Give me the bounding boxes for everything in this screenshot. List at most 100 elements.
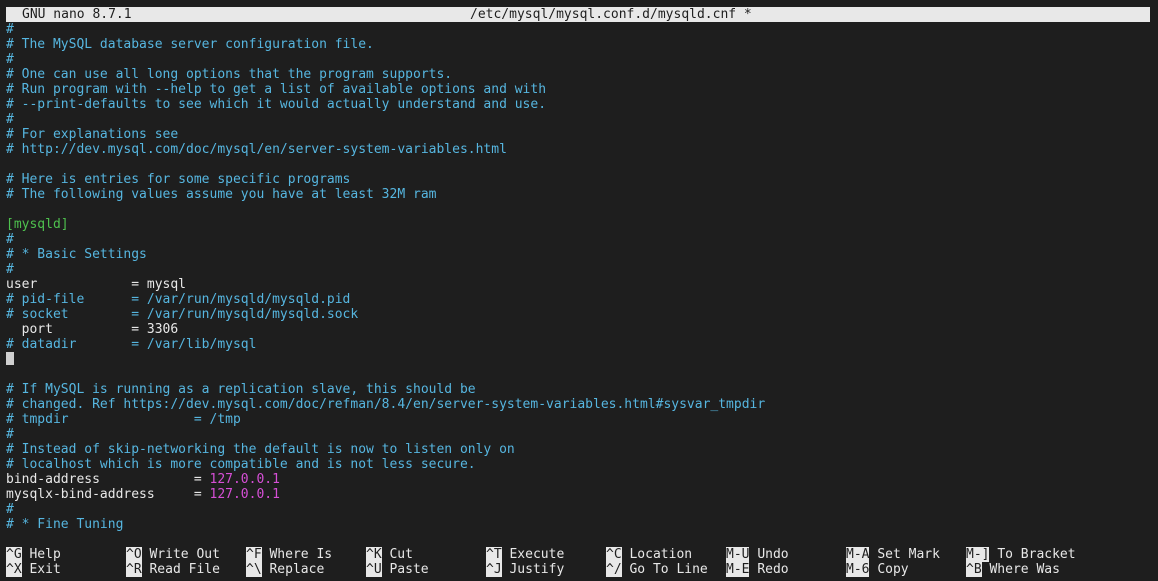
shortcut-label: Where Was [989,562,1060,577]
line-text: # One can use all long options that the … [6,67,453,82]
editor-line[interactable]: # tmpdir = /tmp [6,412,1150,427]
shortcut-key: ^/ [606,562,622,577]
editor-line[interactable]: # If MySQL is running as a replication s… [6,382,1150,397]
editor-line[interactable]: # changed. Ref https://dev.mysql.com/doc… [6,397,1150,412]
line-text: # Instead of skip-networking the default… [6,442,515,457]
editor-line[interactable]: # [6,52,1150,67]
shortcut-key: ^F [246,547,262,562]
shortcut-item[interactable]: ^O Write Out [126,547,220,562]
editor-line[interactable] [6,202,1150,217]
line-text: 127.0.0.1 [209,487,280,502]
shortcut-key: ^C [606,547,622,562]
editor-line[interactable]: # Run program with --help to get a list … [6,82,1150,97]
line-text: # datadir = /var/lib/mysql [6,337,257,352]
editor-line[interactable]: # [6,262,1150,277]
editor-line[interactable]: # The MySQL database server configuratio… [6,37,1150,52]
shortcut-label: Undo [757,547,789,562]
shortcut-item[interactable]: M-6 Copy [846,562,909,577]
line-text: # --print-defaults to see which it would… [6,97,547,112]
line-text: # [6,427,14,442]
editor-line[interactable]: # [6,502,1150,517]
editor-line[interactable]: mysqlx-bind-address = 127.0.0.1 [6,487,1150,502]
editor-line[interactable]: bind-address = 127.0.0.1 [6,472,1150,487]
line-text: # [6,502,14,517]
shortcut-label: Cut [389,547,413,562]
editor-line[interactable]: # [6,427,1150,442]
shortcut-key: M-U [726,547,750,562]
editor-line[interactable]: # For explanations see [6,127,1150,142]
line-text: # [6,112,14,127]
editor-line[interactable]: # The following values assume you have a… [6,187,1150,202]
shortcut-item[interactable]: M-U Undo [726,547,789,562]
shortcut-key: ^\ [246,562,262,577]
shortcut-item[interactable]: ^R Read File [126,562,220,577]
line-text: # changed. Ref https://dev.mysql.com/doc… [6,397,766,412]
shortcut-item[interactable]: ^K Cut [366,547,413,562]
editor-line[interactable]: # localhost which is more compatible and… [6,457,1150,472]
editor-line[interactable] [6,352,1150,367]
shortcut-key: ^B [966,562,982,577]
shortcut-item[interactable]: ^C Location [606,547,692,562]
editor-line[interactable]: # Instead of skip-networking the default… [6,442,1150,457]
shortcut-item[interactable]: ^U Paste [366,562,429,577]
shortcut-key: ^K [366,547,382,562]
shortcut-label: Execute [509,547,565,562]
shortcut-item[interactable]: ^/ Go To Line [606,562,708,577]
shortcut-item[interactable]: ^T Execute [486,547,564,562]
editor-line[interactable]: user = mysql [6,277,1150,292]
title-bar: GNU nano 8.7.1 /etc/mysql/mysql.conf.d/m… [6,7,1150,22]
line-text: # [6,52,14,67]
shortcut-item[interactable]: ^J Justify [486,562,564,577]
editor-line[interactable]: # One can use all long options that the … [6,67,1150,82]
line-text: # [6,22,14,37]
editor-text-area[interactable]: # # The MySQL database server configurati… [6,22,1150,532]
editor-line[interactable]: # socket = /var/run/mysqld/mysqld.sock [6,307,1150,322]
shortcut-key: ^R [126,562,142,577]
line-text: # socket = /var/run/mysqld/mysqld.sock [6,307,359,322]
line-text: # For explanations see [6,127,179,142]
shortcut-label: Copy [877,562,909,577]
line-text: # The MySQL database server configuratio… [6,37,374,52]
shortcut-key: ^J [486,562,502,577]
shortcut-item[interactable]: ^X Exit [6,562,61,577]
shortcut-label: Set Mark [877,547,940,562]
line-text: # tmpdir = /tmp [6,412,241,427]
shortcut-item[interactable]: ^\ Replace [246,562,324,577]
editor-line[interactable]: # Here is entries for some specific prog… [6,172,1150,187]
editor-line[interactable]: # * Basic Settings [6,247,1150,262]
editor-line[interactable]: # pid-file = /var/run/mysqld/mysqld.pid [6,292,1150,307]
editor-line[interactable]: # http://dev.mysql.com/doc/mysql/en/serv… [6,142,1150,157]
shortcut-key: ^X [6,562,22,577]
shortcut-label: Exit [29,562,61,577]
shortcut-label: Go To Line [629,562,708,577]
line-text: port = 3306 [6,322,179,337]
line-text: 127.0.0.1 [209,472,280,487]
editor-line[interactable] [6,157,1150,172]
shortcut-key: M-] [966,547,990,562]
file-path: /etc/mysql/mysql.conf.d/mysqld.cnf * [470,7,752,22]
editor-line[interactable] [6,367,1150,382]
editor-line[interactable]: # [6,112,1150,127]
shortcut-label: Paste [389,562,429,577]
editor-line[interactable]: [mysqld] [6,217,1150,232]
shortcut-item[interactable]: ^G Help [6,547,61,562]
shortcut-item[interactable]: M-A Set Mark [846,547,940,562]
line-text: # [6,232,14,247]
shortcut-bar: ^G Help ^O Write Out ^F Where Is ^K Cut ^T E… [6,547,1150,577]
editor-line[interactable]: # * Fine Tuning [6,517,1150,532]
editor-line[interactable]: port = 3306 [6,322,1150,337]
line-text: # [6,262,14,277]
editor-line[interactable]: # [6,232,1150,247]
line-text: # * Basic Settings [6,247,147,262]
line-text: # pid-file = /var/run/mysqld/mysqld.pid [6,292,351,307]
editor-line[interactable]: # datadir = /var/lib/mysql [6,337,1150,352]
editor-line[interactable]: # [6,22,1150,37]
app-name: GNU nano 8.7.1 [22,7,132,22]
line-text: # * Fine Tuning [6,517,124,532]
shortcut-item[interactable]: ^F Where Is [246,547,332,562]
line-text: # localhost which is more compatible and… [6,457,476,472]
editor-line[interactable]: # --print-defaults to see which it would… [6,97,1150,112]
shortcut-item[interactable]: M-E Redo [726,562,789,577]
shortcut-item[interactable]: M-] To Bracket [966,547,1076,562]
shortcut-item[interactable]: ^B Where Was [966,562,1060,577]
